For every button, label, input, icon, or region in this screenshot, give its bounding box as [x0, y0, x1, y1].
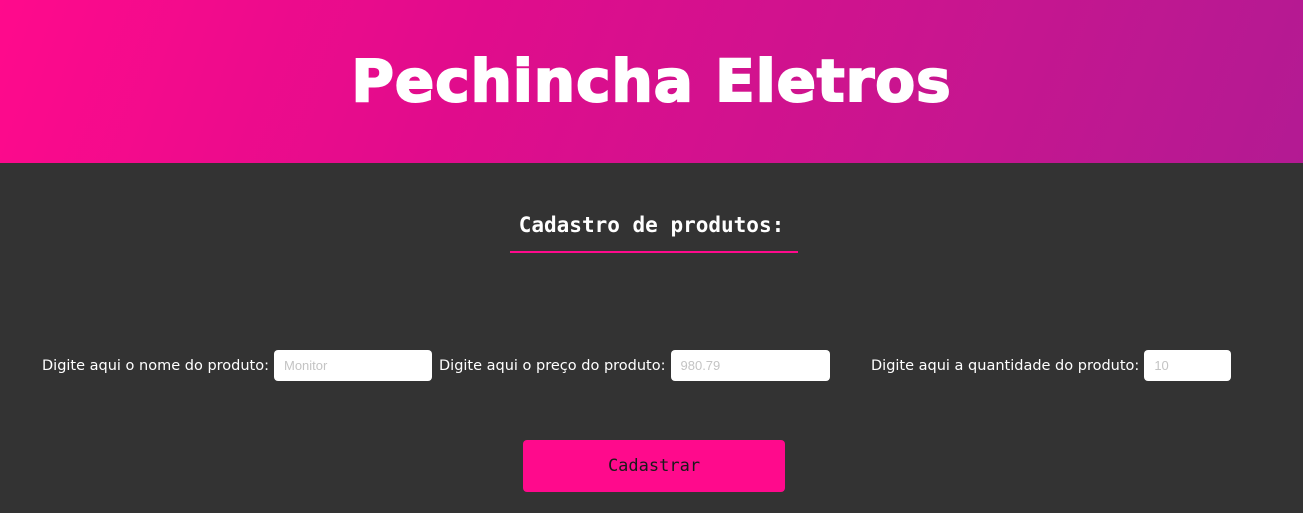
main-content: Cadastro de produtos: Digite aqui o nome… [0, 163, 1303, 513]
product-name-field: Digite aqui o nome do produto: [42, 350, 432, 381]
product-price-field: Digite aqui o preço do produto: [439, 350, 830, 381]
product-name-input[interactable] [274, 350, 432, 381]
page-title: Cadastro de produtos: [518, 213, 785, 237]
product-quantity-label: Digite aqui a quantidade do produto: [871, 357, 1140, 374]
title-underline [510, 251, 798, 253]
product-price-label: Digite aqui o preço do produto: [439, 357, 666, 374]
product-name-label: Digite aqui o nome do produto: [42, 357, 269, 374]
product-quantity-field: Digite aqui a quantidade do produto: [871, 350, 1232, 381]
product-quantity-input[interactable] [1144, 350, 1232, 381]
submit-button[interactable]: Cadastrar [523, 440, 785, 492]
site-header: Pechincha Eletros [0, 0, 1303, 163]
product-price-input[interactable] [670, 350, 830, 381]
brand-title: Pechincha Eletros [350, 46, 952, 116]
